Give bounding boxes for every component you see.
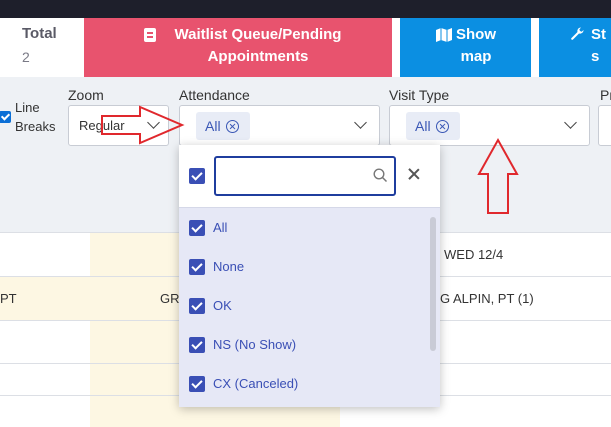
settings-button[interactable]: St s — [539, 18, 611, 77]
checkbox-checked[interactable] — [189, 298, 205, 314]
grid-cell[interactable]: G ALPIN, PT (1) — [440, 291, 534, 306]
total-label: Total — [22, 25, 57, 42]
checkbox-checked[interactable] — [189, 220, 205, 236]
attendance-label: Attendance — [179, 87, 250, 103]
dropdown-header — [179, 145, 440, 207]
waitlist-button-label: Waitlist Queue/Pending Appointments — [174, 26, 342, 65]
remove-chip-icon[interactable] — [225, 120, 239, 133]
option-label: All — [213, 220, 228, 235]
zoom-value: Regular — [79, 118, 125, 133]
zoom-select[interactable]: Regular — [68, 105, 169, 146]
wrench-icon — [571, 27, 584, 40]
remove-chip-icon[interactable] — [435, 120, 449, 133]
attendance-dropdown: All None OK NS (No Show) CX (Canceled) — [179, 145, 440, 407]
checkbox-checked[interactable] — [189, 337, 205, 353]
option-canceled[interactable]: CX (Canceled) — [179, 364, 429, 403]
line-breaks-label: Line Breaks — [15, 100, 56, 134]
dropdown-scrollbar[interactable] — [429, 209, 437, 405]
dropdown-search-field[interactable] — [214, 156, 396, 196]
attendance-chip-label: All — [205, 118, 221, 134]
grid-cell: GR — [160, 291, 180, 306]
clipboard-icon — [144, 28, 156, 42]
dropdown-options-list: All None OK NS (No Show) CX (Canceled) — [179, 207, 440, 407]
option-ok[interactable]: OK — [179, 286, 429, 325]
line-breaks-checkbox[interactable] — [0, 111, 11, 123]
option-label: NS (No Show) — [213, 337, 297, 352]
checkbox-checked[interactable] — [189, 376, 205, 392]
day-header: WED 12/4 — [444, 247, 504, 262]
option-label: OK — [213, 298, 232, 313]
chevron-down-icon — [564, 116, 577, 129]
show-map-button[interactable]: Show map — [400, 18, 531, 77]
option-label: None — [213, 259, 245, 274]
option-none[interactable]: None — [179, 247, 429, 286]
grid-cell: PT — [0, 291, 17, 306]
top-bar — [0, 0, 611, 18]
show-map-label: Show map — [456, 26, 496, 65]
extra-filter-select[interactable] — [598, 105, 611, 146]
visit-type-label: Visit Type — [389, 87, 450, 103]
option-no-show[interactable]: NS (No Show) — [179, 325, 429, 364]
waitlist-queue-button[interactable]: Waitlist Queue/Pending Appointments 3 — [84, 18, 470, 77]
total-tab[interactable]: Total 2 — [0, 18, 84, 77]
attendance-select[interactable]: All — [179, 105, 380, 146]
search-icon — [373, 168, 388, 183]
dropdown-search-input[interactable] — [222, 164, 362, 188]
extra-filter-label: Pr — [600, 87, 611, 103]
option-all[interactable]: All — [179, 208, 429, 247]
checkbox-checked[interactable] — [189, 259, 205, 275]
map-icon — [436, 28, 452, 42]
settings-label: St s — [591, 26, 606, 65]
checkbox-checked — [189, 168, 205, 184]
visit-type-select[interactable]: All — [389, 105, 590, 146]
zoom-label: Zoom — [68, 87, 104, 103]
chevron-down-icon — [354, 116, 367, 129]
select-all-checkbox[interactable] — [179, 156, 209, 195]
chevron-down-icon — [147, 116, 160, 129]
visit-type-chip[interactable]: All — [406, 112, 460, 140]
scrollbar-thumb[interactable] — [430, 217, 436, 351]
visit-type-chip-label: All — [415, 118, 431, 134]
close-icon[interactable] — [406, 167, 422, 183]
total-count: 2 — [22, 49, 30, 65]
option-label: CX (Canceled) — [213, 376, 299, 391]
attendance-chip[interactable]: All — [196, 112, 250, 140]
